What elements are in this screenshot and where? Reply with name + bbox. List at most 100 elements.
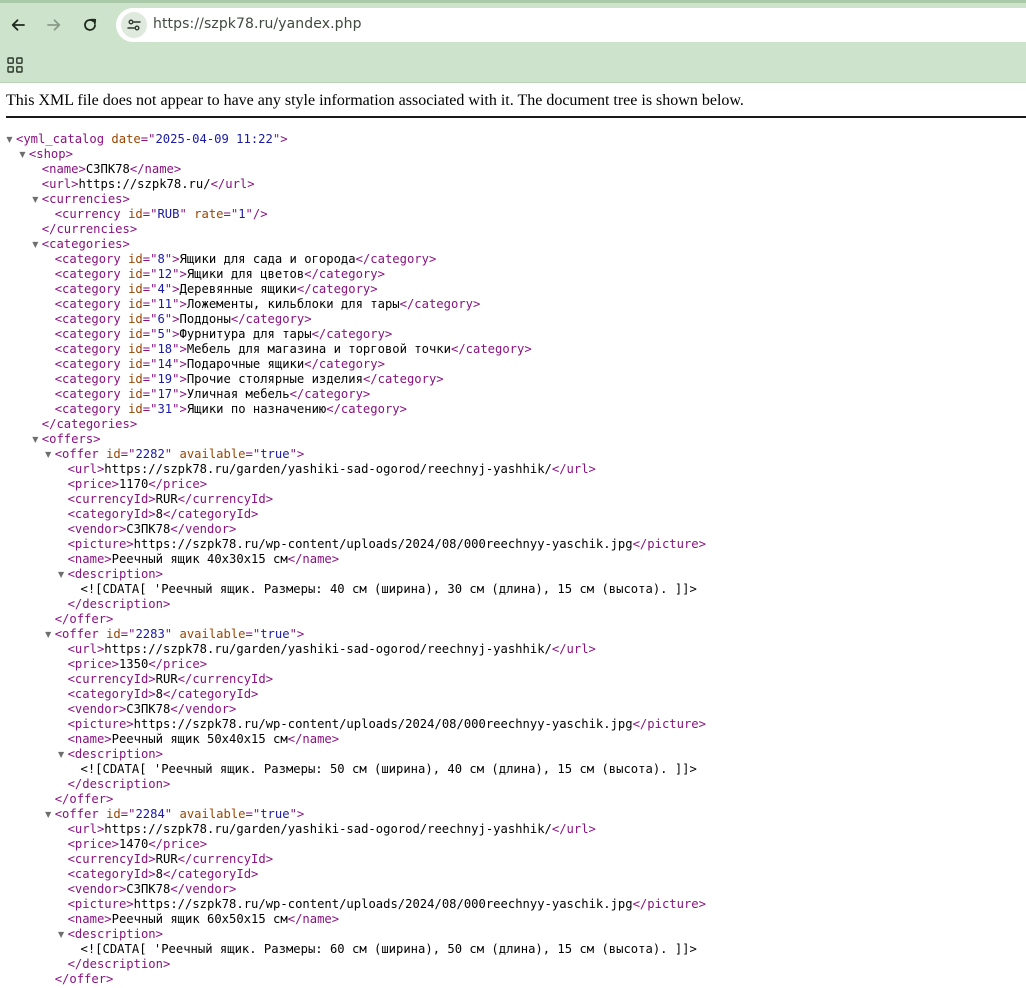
xml-attr-value: 2284	[135, 807, 165, 821]
xml-line: <categoryId>8</categoryId>	[0, 507, 1026, 522]
xml-line-content: <vendor>СЗПК78</vendor>	[68, 702, 237, 717]
xml-line-content: <description>	[68, 747, 163, 762]
collapse-toggle-icon[interactable]: ▼	[44, 627, 53, 642]
collapse-toggle-icon[interactable]: ▼	[44, 807, 53, 822]
collapse-toggle-icon[interactable]: ▼	[57, 747, 66, 762]
xml-line-content: </description>	[68, 777, 171, 792]
xml-line: <category id="17">Уличная мебель</catego…	[0, 387, 1026, 402]
xml-attr-name: id	[128, 372, 143, 386]
xml-line-content: <currencyId>RUR</currencyId>	[68, 492, 273, 507]
xml-line-content: <categoryId>8</categoryId>	[68, 507, 259, 522]
xml-tag: ="	[120, 627, 136, 641]
address-bar[interactable]: https://szpk78.ru/yandex.php	[116, 8, 1026, 42]
xml-line: ▼ <shop>	[0, 147, 1026, 162]
collapse-toggle-icon[interactable]: ▼	[57, 567, 66, 582]
xml-text: <![CDATA[ 'Реечный ящик. Размеры: 50 см …	[80, 762, 697, 776]
xml-text: 8	[155, 867, 163, 881]
xml-line: <url>https://szpk78.ru/garden/yashiki-sa…	[0, 462, 1026, 477]
xml-attr-value: 31	[157, 402, 173, 416]
xml-tag: ="	[245, 807, 261, 821]
xml-line: <category id="12">Ящики для цветов</cate…	[0, 267, 1026, 282]
xml-text	[121, 357, 128, 371]
xml-tag: ="	[120, 807, 136, 821]
xml-line-content: <category id="17">Уличная мебель</catego…	[55, 387, 371, 402]
xml-line: <url>https://szpk78.ru/garden/yashiki-sa…	[0, 642, 1026, 657]
xml-tree: ▼ <yml_catalog date="2025-04-09 11:22"> ▼ <…	[0, 132, 1026, 987]
xml-tag: </description>	[67, 777, 171, 791]
collapse-toggle-icon[interactable]: ▼	[5, 132, 14, 147]
xml-text	[121, 387, 128, 401]
xml-line-content: <offer id="2283" available="true">	[55, 627, 305, 642]
collapse-toggle-icon[interactable]: ▼	[57, 927, 66, 942]
xml-line: </description>	[0, 777, 1026, 792]
xml-line-content: <name>СЗПК78</name>	[42, 162, 181, 177]
xml-attr-value: 4	[157, 282, 165, 296]
collapse-toggle-icon[interactable]: ▼	[44, 447, 53, 462]
notice-divider	[6, 116, 1026, 118]
xml-text	[121, 327, 128, 341]
forward-button[interactable]	[40, 11, 68, 39]
xml-attr-value: 2025-04-09 11:22	[155, 132, 273, 146]
site-info-button[interactable]	[121, 12, 147, 38]
url-text[interactable]: https://szpk78.ru/yandex.php	[153, 16, 362, 32]
xml-text: 8	[155, 687, 163, 701]
xml-tag: </category>	[289, 387, 371, 401]
apps-button[interactable]	[6, 56, 24, 74]
xml-tag: ="	[120, 447, 136, 461]
xml-tag: </categoryId>	[163, 867, 259, 881]
xml-tag: <category	[54, 372, 121, 386]
xml-tag: </categoryId>	[163, 687, 259, 701]
xml-attr-name: id	[128, 357, 143, 371]
reload-button[interactable]	[76, 11, 104, 39]
xml-line-content: <name>Реечный ящик 60x50x15 см</name>	[68, 912, 340, 927]
xml-text: Реечный ящик 60x50x15 см	[111, 912, 288, 926]
xml-text: https://szpk78.ru/wp-content/uploads/202…	[133, 537, 633, 551]
xml-tag: <currencyId>	[67, 672, 156, 686]
xml-tag: <categoryId>	[67, 687, 156, 701]
collapse-toggle-icon[interactable]: ▼	[31, 192, 40, 207]
xml-tag: <url>	[41, 177, 79, 191]
xml-line-content: <category id="4">Деревянные ящики</categ…	[55, 282, 378, 297]
xml-line-content: </categories>	[42, 417, 137, 432]
xml-line-content: <category id="12">Ящики для цветов</cate…	[55, 267, 385, 282]
xml-line-content: <category id="6">Поддоны</category>	[55, 312, 312, 327]
xml-text: Прочие столярные изделия	[186, 372, 363, 386]
xml-tag: ="	[142, 207, 158, 221]
xml-line: <category id="19">Прочие столярные издел…	[0, 372, 1026, 387]
xml-line: <name>Реечный ящик 50x40x15 см</name>	[0, 732, 1026, 747]
xml-tag: ">	[164, 282, 180, 296]
xml-tag: ">	[289, 627, 305, 641]
xml-tag: <price>	[67, 837, 119, 851]
xml-text: СЗПК78	[126, 702, 171, 716]
back-button[interactable]	[4, 11, 32, 39]
xml-tag: <description>	[67, 927, 163, 941]
xml-line: <![CDATA[ 'Реечный ящик. Размеры: 50 см …	[0, 762, 1026, 777]
xml-tag: </currencyId>	[177, 492, 274, 506]
xml-attr-name: rate	[194, 207, 224, 221]
tune-icon	[127, 19, 141, 31]
xml-tag: ">	[164, 327, 180, 341]
xml-attr-name: id	[128, 267, 143, 281]
xml-line-content: </description>	[68, 957, 171, 972]
xml-tag: </price>	[148, 837, 208, 851]
xml-text: Поддоны	[179, 312, 231, 326]
xml-line-content: <description>	[68, 567, 163, 582]
collapse-toggle-icon[interactable]: ▼	[31, 237, 40, 252]
xml-text	[121, 252, 128, 266]
xml-attr-name: id	[128, 402, 143, 416]
xml-tag: </category>	[450, 342, 532, 356]
xml-line-content: <price>1350</price>	[68, 657, 207, 672]
xml-tag: ="	[245, 627, 261, 641]
xml-tag: <yml_catalog	[16, 132, 105, 146]
xml-line: <currencyId>RUR</currencyId>	[0, 852, 1026, 867]
xml-line: <url>https://szpk78.ru/</url>	[0, 177, 1026, 192]
xml-text: 1350	[118, 657, 149, 671]
xml-text: RUR	[155, 672, 178, 686]
collapse-toggle-icon[interactable]: ▼	[31, 432, 40, 447]
xml-tag: </category>	[304, 267, 385, 281]
xml-line-content: <vendor>СЗПК78</vendor>	[68, 522, 237, 537]
xml-tag: ="	[142, 312, 158, 326]
collapse-toggle-icon[interactable]: ▼	[18, 147, 27, 162]
xml-line-content: <shop>	[29, 147, 73, 162]
xml-line: <picture>https://szpk78.ru/wp-content/up…	[0, 897, 1026, 912]
